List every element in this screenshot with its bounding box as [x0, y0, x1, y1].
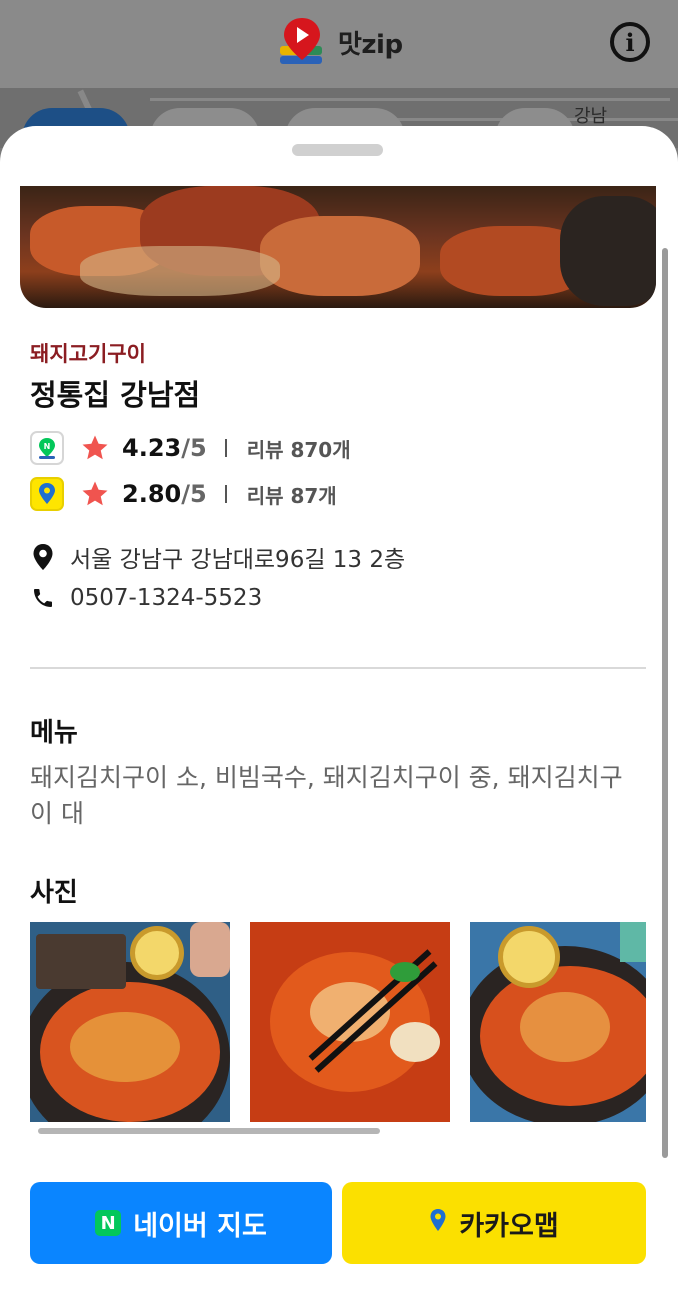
map-place-label: 강남: [574, 106, 608, 127]
open-kakao-map-button[interactable]: 카카오맵: [342, 1182, 646, 1264]
rating-max: /5: [181, 434, 207, 462]
rating-score: 4.23: [122, 434, 182, 462]
map-pin-play-icon: [278, 16, 326, 68]
svg-text:N: N: [44, 442, 51, 451]
review-count: 리뷰 87개: [246, 483, 337, 508]
menu-items-text: 돼지김치구이 소, 비빔국수, 돼지김치구이 중, 돼지김치구이 대: [30, 763, 623, 828]
photo-thumbnail[interactable]: [250, 922, 450, 1122]
app-logo: 맛zip: [278, 16, 403, 68]
address-row[interactable]: 서울 강남구 강남대로96길 13 2층: [30, 540, 405, 574]
hero-overlay-text: [400, 186, 428, 220]
naver-map-icon: N: [30, 431, 64, 465]
kakao-pin-icon: [429, 1208, 447, 1239]
photos-section-title: 사진: [30, 878, 78, 908]
restaurant-name: 정통집 강남점: [30, 378, 201, 412]
restaurant-category: 돼지고기구이: [30, 342, 146, 366]
sheet-scrollbar[interactable]: [662, 248, 668, 1158]
menu-section-title: 메뉴: [30, 718, 78, 748]
info-icon[interactable]: i: [610, 22, 650, 62]
app-bar: 맛zip i: [0, 0, 678, 88]
location-pin-icon: [30, 543, 56, 571]
photo-carousel-scrollbar[interactable]: [38, 1128, 380, 1134]
naver-logo-icon: N: [95, 1210, 122, 1236]
rating-max: /5: [181, 480, 207, 508]
star-icon: [82, 481, 108, 506]
photo-thumbnail[interactable]: [30, 922, 230, 1122]
rating-row-kakao: 2.80 /5 리뷰 87개: [30, 477, 337, 511]
sheet-drag-handle[interactable]: [292, 144, 383, 156]
kakao-map-icon: [30, 477, 64, 511]
section-divider: [30, 667, 646, 669]
photo-carousel[interactable]: [30, 922, 646, 1122]
rating-row-naver: N 4.23 /5 리뷰 870개: [30, 431, 351, 465]
restaurant-hero-image: [20, 186, 656, 308]
phone-row[interactable]: 0507-1324-5523: [30, 584, 262, 612]
phone-text: 0507-1324-5523: [70, 585, 263, 611]
place-detail-sheet: 돼지고기구이 정통집 강남점 N 4.23 /5 리뷰 870개 2.80 /5…: [0, 126, 678, 1292]
app-title: 맛zip: [338, 29, 403, 60]
star-icon: [82, 435, 108, 460]
naver-button-label: 네이버 지도: [133, 1210, 267, 1242]
open-naver-map-button[interactable]: N 네이버 지도: [30, 1182, 332, 1264]
rating-score: 2.80: [122, 480, 182, 508]
photo-thumbnail[interactable]: [470, 922, 646, 1122]
kakao-button-label: 카카오맵: [459, 1210, 559, 1242]
rating-separator: [224, 439, 227, 457]
review-count: 리뷰 870개: [246, 437, 351, 462]
phone-icon: [30, 584, 56, 612]
address-text: 서울 강남구 강남대로96길 13 2층: [70, 547, 406, 573]
rating-separator: [224, 485, 227, 503]
